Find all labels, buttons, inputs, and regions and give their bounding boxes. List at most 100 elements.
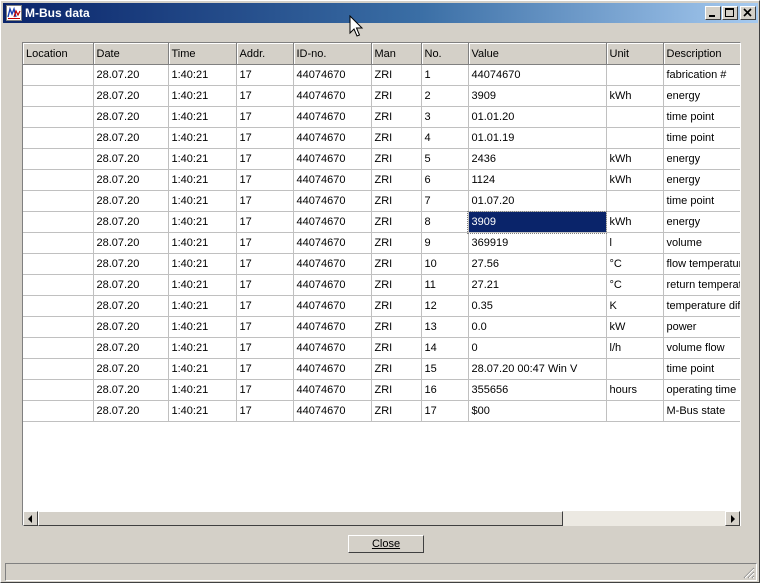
- table-cell-man[interactable]: ZRI: [371, 232, 422, 254]
- table-cell-man[interactable]: ZRI: [371, 190, 422, 212]
- close-button[interactable]: Close: [348, 535, 424, 553]
- table-cell-time[interactable]: 1:40:21: [168, 64, 237, 86]
- table-cell-unit[interactable]: [606, 106, 664, 128]
- column-header-location[interactable]: Location: [23, 43, 94, 65]
- table-cell-unit[interactable]: hours: [606, 379, 664, 401]
- table-cell-no[interactable]: 6: [421, 169, 469, 191]
- table-cell-value[interactable]: 0.0: [468, 316, 607, 338]
- column-header-value[interactable]: Value: [468, 43, 607, 65]
- table-cell-unit[interactable]: kWh: [606, 211, 664, 233]
- table-cell-value[interactable]: 0.35: [468, 295, 607, 317]
- table-cell-value[interactable]: 01.01.19: [468, 127, 607, 149]
- table-row[interactable]: 28.07.20 1:40:21 17 44074670 ZRI 10 27.56 °C flo…: [23, 253, 740, 275]
- column-header-date[interactable]: Date: [93, 43, 169, 65]
- table-cell-man[interactable]: ZRI: [371, 400, 422, 422]
- table-cell-man[interactable]: ZRI: [371, 379, 422, 401]
- table-cell-time[interactable]: 1:40:21: [168, 400, 237, 422]
- table-cell-date[interactable]: 28.07.20: [93, 148, 169, 170]
- table-cell-time[interactable]: 1:40:21: [168, 274, 237, 296]
- table-cell-id-no[interactable]: 44074670: [293, 211, 372, 233]
- table-cell-addr[interactable]: 17: [236, 211, 294, 233]
- table-cell-date[interactable]: 28.07.20: [93, 85, 169, 107]
- table-cell-id-no[interactable]: 44074670: [293, 337, 372, 359]
- table-cell-description[interactable]: volume: [663, 232, 740, 254]
- table-cell-location[interactable]: [23, 232, 94, 254]
- table-cell-man[interactable]: ZRI: [371, 274, 422, 296]
- table-cell-man[interactable]: ZRI: [371, 169, 422, 191]
- table-cell-location[interactable]: [23, 148, 94, 170]
- table-cell-addr[interactable]: 17: [236, 358, 294, 380]
- table-cell-date[interactable]: 28.07.20: [93, 211, 169, 233]
- table-cell-addr[interactable]: 17: [236, 316, 294, 338]
- data-table-view[interactable]: Location Date Time Addr. ID-no. Man No. Value Un…: [22, 42, 741, 526]
- table-row[interactable]: 28.07.20 1:40:21 17 44074670 ZRI 5 2436 kWh ener…: [23, 148, 740, 170]
- table-cell-time[interactable]: 1:40:21: [168, 379, 237, 401]
- table-cell-location[interactable]: [23, 295, 94, 317]
- table-cell-description[interactable]: energy: [663, 148, 740, 170]
- table-cell-time[interactable]: 1:40:21: [168, 169, 237, 191]
- table-cell-location[interactable]: [23, 400, 94, 422]
- table-cell-time[interactable]: 1:40:21: [168, 127, 237, 149]
- table-cell-value[interactable]: 01.07.20: [468, 190, 607, 212]
- table-row[interactable]: 28.07.20 1:40:21 17 44074670 ZRI 11 27.21 °C ret…: [23, 274, 740, 296]
- table-cell-addr[interactable]: 17: [236, 253, 294, 275]
- close-window-button[interactable]: [740, 6, 756, 20]
- table-cell-unit[interactable]: [606, 127, 664, 149]
- table-cell-no[interactable]: 10: [421, 253, 469, 275]
- table-cell-location[interactable]: [23, 190, 94, 212]
- column-header-id-no[interactable]: ID-no.: [293, 43, 372, 65]
- table-cell-id-no[interactable]: 44074670: [293, 148, 372, 170]
- table-row[interactable]: 28.07.20 1:40:21 17 44074670 ZRI 15 28.07.20 0…: [23, 358, 740, 380]
- table-cell-id-no[interactable]: 44074670: [293, 64, 372, 86]
- table-cell-description[interactable]: temperature difference: [663, 295, 740, 317]
- table-cell-id-no[interactable]: 44074670: [293, 190, 372, 212]
- table-cell-location[interactable]: [23, 316, 94, 338]
- table-cell-id-no[interactable]: 44074670: [293, 253, 372, 275]
- table-cell-time[interactable]: 1:40:21: [168, 316, 237, 338]
- table-cell-description[interactable]: M-Bus state: [663, 400, 740, 422]
- table-cell-no[interactable]: 3: [421, 106, 469, 128]
- table-cell-man[interactable]: ZRI: [371, 337, 422, 359]
- table-cell-location[interactable]: [23, 274, 94, 296]
- table-cell-no[interactable]: 1: [421, 64, 469, 86]
- title-bar[interactable]: M-Bus data: [3, 3, 758, 23]
- table-cell-date[interactable]: 28.07.20: [93, 274, 169, 296]
- table-cell-id-no[interactable]: 44074670: [293, 358, 372, 380]
- table-cell-no[interactable]: 2: [421, 85, 469, 107]
- table-cell-date[interactable]: 28.07.20: [93, 337, 169, 359]
- table-cell-unit[interactable]: l: [606, 232, 664, 254]
- table-cell-addr[interactable]: 17: [236, 169, 294, 191]
- table-cell-no[interactable]: 4: [421, 127, 469, 149]
- table-cell-description[interactable]: flow temperature: [663, 253, 740, 275]
- table-cell-value[interactable]: $00: [468, 400, 607, 422]
- table-cell-no[interactable]: 15: [421, 358, 469, 380]
- table-cell-id-no[interactable]: 44074670: [293, 127, 372, 149]
- table-cell-man[interactable]: ZRI: [371, 64, 422, 86]
- table-cell-description[interactable]: energy: [663, 169, 740, 191]
- table-cell-date[interactable]: 28.07.20: [93, 253, 169, 275]
- table-cell-description[interactable]: power: [663, 316, 740, 338]
- table-cell-value[interactable]: 44074670: [468, 64, 607, 86]
- table-cell-time[interactable]: 1:40:21: [168, 232, 237, 254]
- table-cell-location[interactable]: [23, 211, 94, 233]
- table-cell-location[interactable]: [23, 253, 94, 275]
- table-cell-time[interactable]: 1:40:21: [168, 148, 237, 170]
- table-cell-no[interactable]: 11: [421, 274, 469, 296]
- table-cell-man[interactable]: ZRI: [371, 295, 422, 317]
- table-cell-unit[interactable]: [606, 400, 664, 422]
- table-cell-time[interactable]: 1:40:21: [168, 190, 237, 212]
- table-cell-addr[interactable]: 17: [236, 64, 294, 86]
- table-cell-location[interactable]: [23, 169, 94, 191]
- table-cell-date[interactable]: 28.07.20: [93, 400, 169, 422]
- table-cell-id-no[interactable]: 44074670: [293, 316, 372, 338]
- table-cell-unit[interactable]: K: [606, 295, 664, 317]
- table-cell-time[interactable]: 1:40:21: [168, 211, 237, 233]
- m-bus-app-icon[interactable]: [6, 5, 22, 21]
- table-cell-date[interactable]: 28.07.20: [93, 358, 169, 380]
- table-cell-description[interactable]: operating time: [663, 379, 740, 401]
- table-cell-unit[interactable]: °C: [606, 253, 664, 275]
- table-cell-time[interactable]: 1:40:21: [168, 295, 237, 317]
- table-cell-addr[interactable]: 17: [236, 400, 294, 422]
- table-cell-id-no[interactable]: 44074670: [293, 274, 372, 296]
- table-cell-value[interactable]: 3909: [468, 85, 607, 107]
